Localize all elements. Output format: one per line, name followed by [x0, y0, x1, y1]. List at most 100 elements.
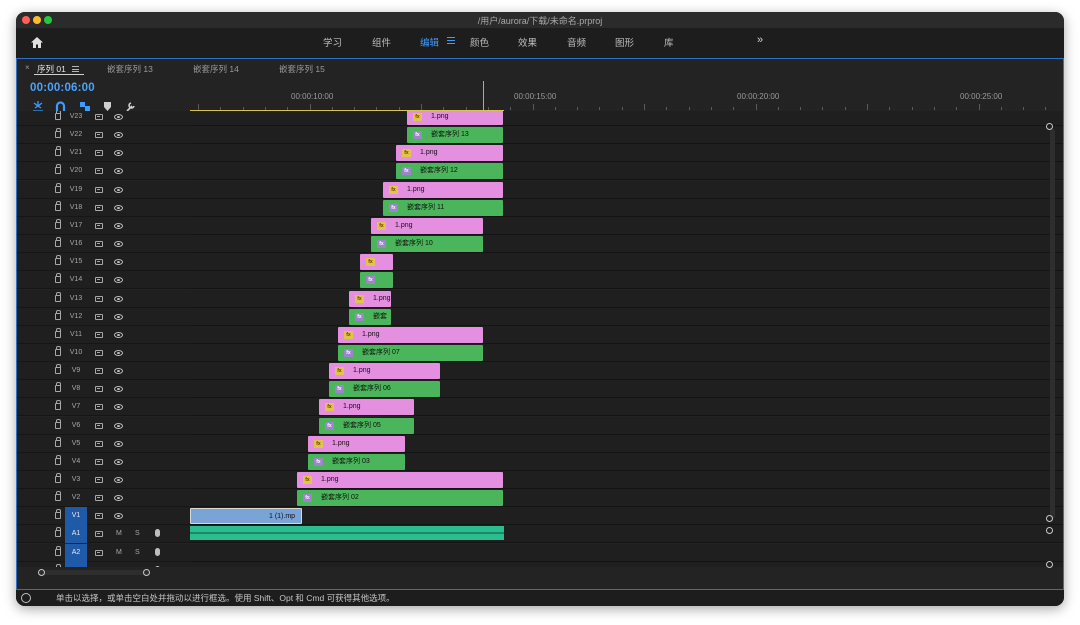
track-name[interactable]: V11: [67, 331, 85, 338]
image-clip[interactable]: fx 1.png: [407, 111, 503, 125]
track-lane[interactable]: [190, 271, 1063, 290]
track-header[interactable]: V18: [17, 198, 190, 217]
sync-lock-icon[interactable]: [95, 331, 103, 338]
track-header[interactable]: V14: [17, 271, 190, 290]
lock-icon[interactable]: [55, 255, 61, 266]
lock-icon[interactable]: [55, 382, 61, 393]
sync-lock-icon[interactable]: [95, 404, 103, 411]
track-lane[interactable]: [190, 543, 1063, 562]
track-lane[interactable]: [190, 343, 1063, 362]
lock-icon[interactable]: [55, 473, 61, 483]
lock-icon[interactable]: [55, 454, 61, 465]
lock-icon[interactable]: [55, 491, 61, 502]
track-name[interactable]: V6: [67, 422, 85, 429]
nested-sequence-clip[interactable]: fx 嵌套: [349, 308, 391, 325]
eye-icon[interactable]: [114, 422, 123, 429]
track-name[interactable]: V7: [67, 403, 85, 410]
sync-lock-icon[interactable]: [95, 114, 103, 120]
track-lane[interactable]: [190, 144, 1063, 163]
track-name[interactable]: A3: [65, 561, 87, 567]
nested-sequence-clip[interactable]: fx 嵌套序列 03: [308, 453, 405, 470]
lock-icon[interactable]: [55, 164, 61, 175]
track-name[interactable]: V18: [67, 204, 85, 211]
track-header[interactable]: A2 M S: [17, 543, 190, 562]
track-lane[interactable]: [190, 180, 1063, 199]
track-name[interactable]: V1: [65, 507, 87, 526]
tab-nested-15[interactable]: 嵌套序列 15: [279, 63, 325, 75]
sync-lock-icon[interactable]: [95, 477, 103, 483]
eye-icon[interactable]: [114, 132, 123, 139]
track-name[interactable]: V14: [67, 276, 85, 283]
track-name[interactable]: A1: [65, 525, 87, 544]
track-name[interactable]: V16: [67, 240, 85, 247]
track-header[interactable]: V23: [17, 111, 190, 126]
track-name[interactable]: V15: [67, 258, 85, 265]
eye-icon[interactable]: [114, 259, 123, 266]
track-header[interactable]: V20: [17, 162, 190, 181]
workspace-tab[interactable]: 学习: [323, 35, 342, 49]
sync-lock-icon[interactable]: [95, 549, 103, 556]
track-name[interactable]: V19: [67, 186, 85, 193]
workspace-tab[interactable]: 音频: [567, 35, 586, 49]
track-header[interactable]: V19: [17, 180, 190, 199]
track-header[interactable]: V21: [17, 144, 190, 163]
track-header[interactable]: V13: [17, 289, 190, 308]
lock-icon[interactable]: [55, 128, 61, 139]
workspace-menu-icon[interactable]: [447, 37, 455, 46]
more-workspaces-button[interactable]: »: [757, 34, 763, 46]
sync-lock-icon[interactable]: [95, 277, 103, 284]
solo-track-button[interactable]: S: [135, 549, 140, 556]
track-name[interactable]: V13: [67, 295, 85, 302]
mute-track-button[interactable]: M: [116, 549, 122, 556]
eye-icon[interactable]: [114, 150, 123, 157]
image-clip[interactable]: fx 1.png: [396, 145, 503, 162]
eye-icon[interactable]: [114, 368, 123, 375]
track-name[interactable]: V8: [67, 385, 85, 392]
track-header[interactable]: V5: [17, 434, 190, 453]
track-lane[interactable]: [190, 216, 1063, 235]
track-header[interactable]: V2: [17, 489, 190, 508]
home-icon[interactable]: [30, 36, 44, 49]
lock-icon[interactable]: [55, 273, 61, 284]
vertical-zoom-handle-bottom[interactable]: [1046, 515, 1053, 522]
track-name[interactable]: V5: [67, 440, 85, 447]
image-clip[interactable]: fx 1.png: [371, 217, 483, 234]
lock-icon[interactable]: [55, 418, 61, 429]
track-lane[interactable]: [190, 362, 1063, 381]
eye-icon[interactable]: [114, 222, 123, 229]
track-lane[interactable]: [190, 235, 1063, 254]
eye-icon[interactable]: [114, 458, 123, 465]
eye-icon[interactable]: [114, 277, 123, 284]
track-header[interactable]: V12: [17, 307, 190, 326]
sync-lock-icon[interactable]: [95, 368, 103, 375]
mute-track-button[interactable]: M: [116, 530, 122, 537]
eye-icon[interactable]: [114, 295, 123, 302]
lock-icon[interactable]: [55, 327, 61, 338]
eye-icon[interactable]: [114, 386, 123, 393]
nested-sequence-clip[interactable]: fx 嵌套序列 05: [319, 417, 414, 434]
workspace-tab[interactable]: 组件: [372, 35, 391, 49]
track-name[interactable]: V22: [67, 131, 85, 138]
sync-lock-icon[interactable]: [95, 259, 103, 266]
image-clip[interactable]: fx 1.png: [297, 472, 503, 488]
tab-menu-icon[interactable]: [72, 66, 79, 74]
image-clip[interactable]: fx 1.png: [383, 181, 503, 198]
sync-lock-icon[interactable]: [95, 168, 103, 175]
sync-lock-icon[interactable]: [95, 204, 103, 211]
lock-icon[interactable]: [55, 545, 61, 556]
sync-lock-icon[interactable]: [95, 513, 103, 520]
track-lane[interactable]: [190, 307, 1063, 326]
nested-sequence-clip[interactable]: fx: [360, 272, 393, 289]
workspace-tab[interactable]: 效果: [518, 35, 537, 49]
sync-lock-icon[interactable]: [95, 440, 103, 447]
lock-icon[interactable]: [55, 527, 61, 538]
track-header[interactable]: V7: [17, 398, 190, 417]
image-clip[interactable]: fx: [360, 254, 393, 271]
close-tab-icon[interactable]: ×: [25, 63, 30, 72]
playhead-timecode[interactable]: 00:00:06:00: [30, 82, 95, 94]
track-header[interactable]: A3MS: [17, 561, 190, 567]
track-lane[interactable]: [190, 253, 1063, 272]
sync-lock-icon[interactable]: [95, 386, 103, 393]
lock-icon[interactable]: [55, 345, 61, 356]
nested-sequence-clip[interactable]: fx 嵌套序列 06: [329, 381, 440, 398]
